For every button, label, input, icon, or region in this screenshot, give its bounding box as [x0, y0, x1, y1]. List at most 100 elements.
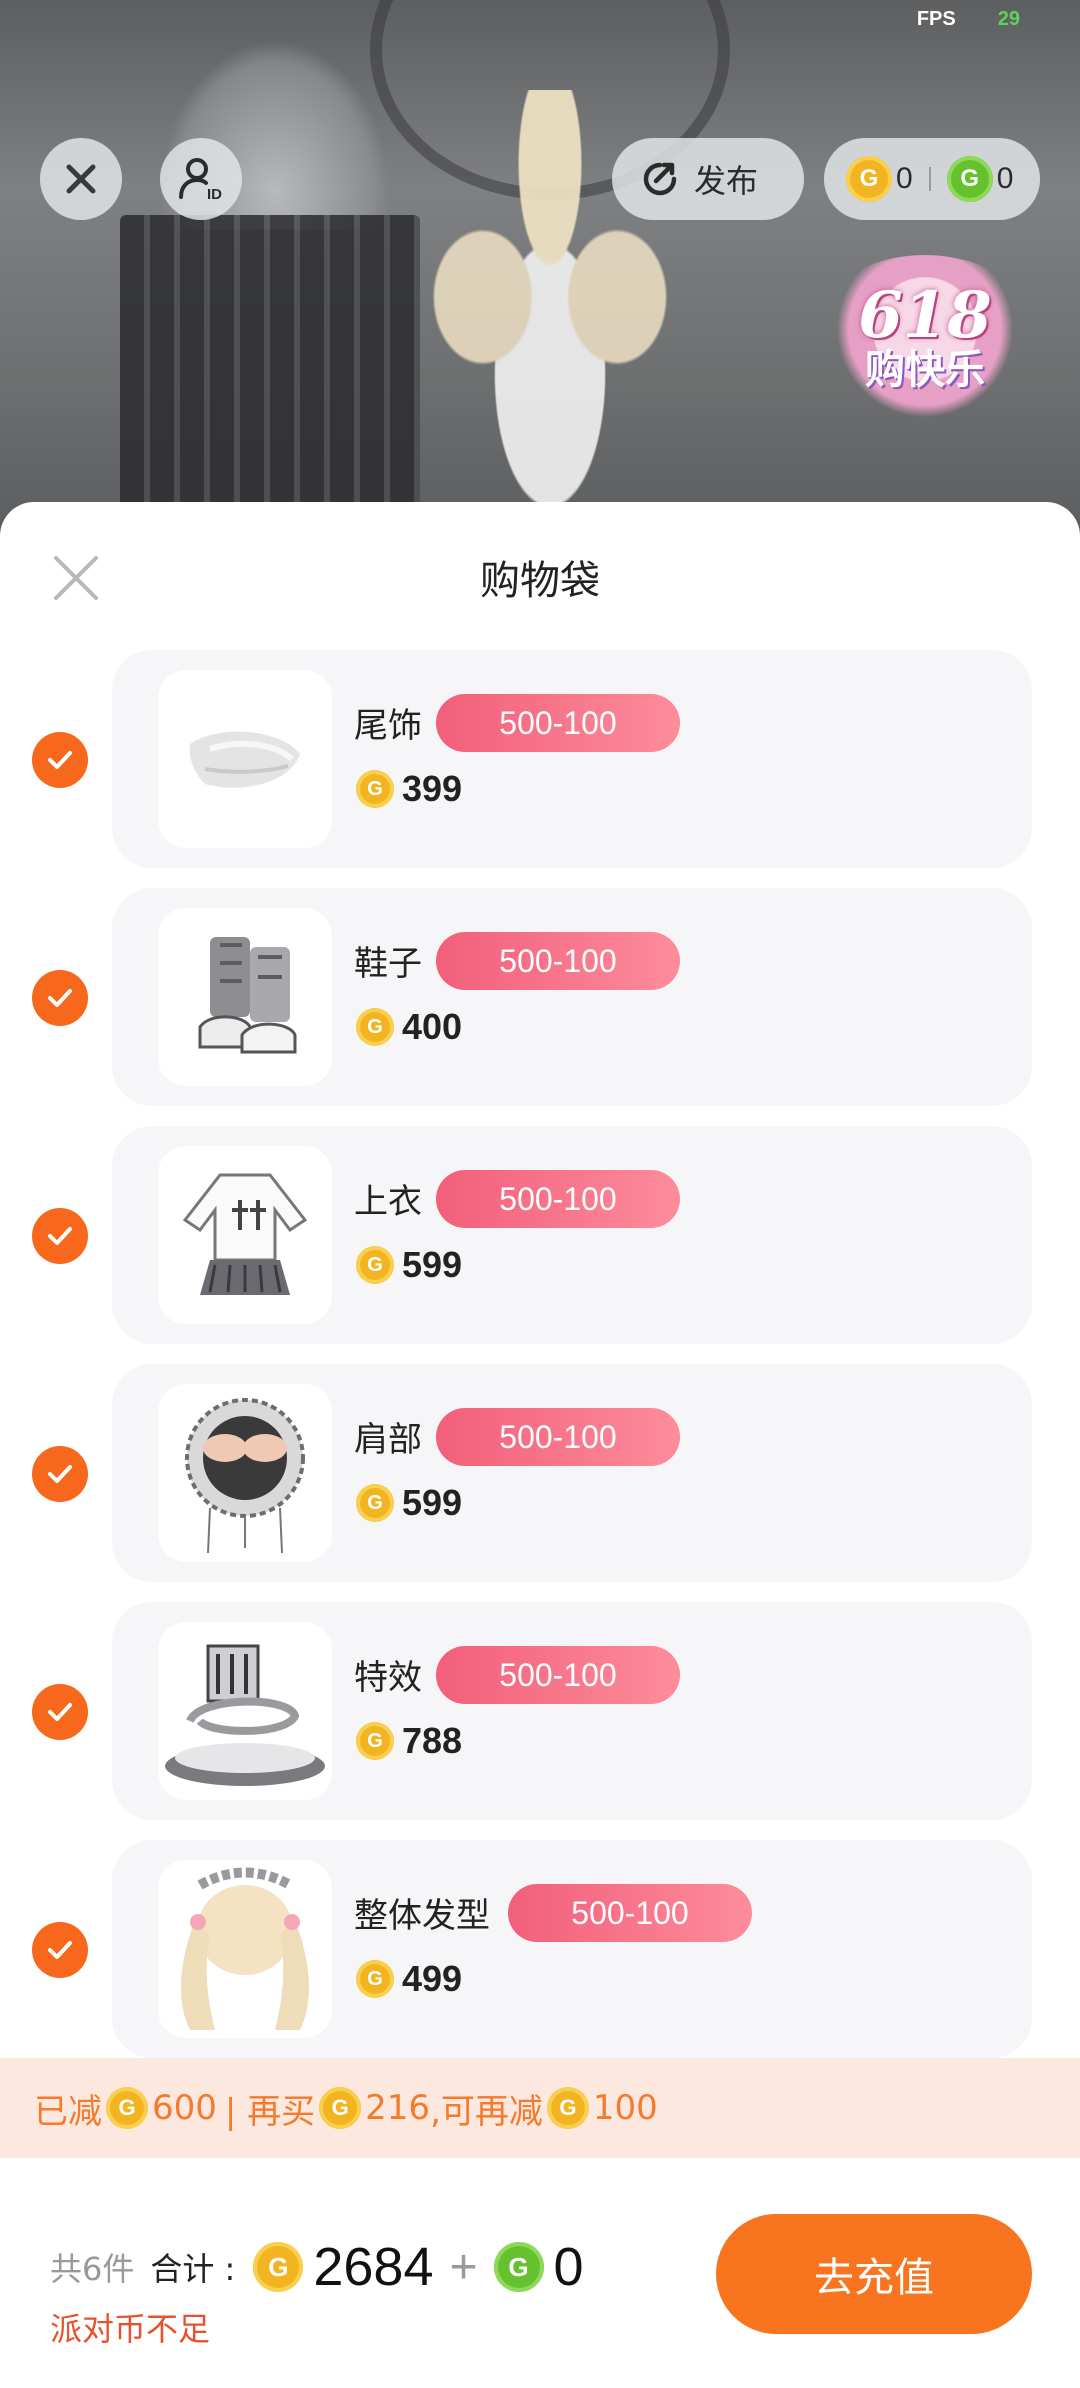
item-thumbnail [158, 1384, 332, 1562]
discount-badge: 500-100 [436, 932, 680, 990]
character-scene: 618 购快乐 FPS 29 ID 发布 G 0 G 0 [0, 0, 1080, 540]
sum-label: 合计 : [150, 2250, 236, 2288]
discount-badge: 500-100 [436, 1646, 680, 1704]
sheet-title: 购物袋 [480, 558, 600, 604]
item-count: 共6件 [50, 2250, 135, 2288]
item-checkbox[interactable] [32, 1922, 88, 1978]
buy-more-label: | 再买 [224, 2091, 316, 2132]
close-scene-button[interactable] [40, 138, 122, 220]
gold-coin-icon: G [356, 1246, 394, 1284]
gold-coin-icon: G [356, 1484, 394, 1522]
publish-button[interactable]: 发布 [612, 138, 804, 220]
cart-item-shoulder[interactable]: 肩部 500-100 G 599 [32, 1364, 1032, 1582]
buy-more-amount: 216 [365, 2088, 431, 2128]
item-name: 特效 [354, 1658, 422, 1698]
item-price: G 400 [356, 1006, 462, 1048]
svg-text:ID: ID [207, 186, 222, 203]
promo-logo-text: 购快乐 [865, 346, 985, 393]
reduce-more-amount: 100 [592, 2088, 658, 2128]
item-name: 尾饰 [354, 706, 422, 746]
check-icon [48, 1227, 72, 1245]
discount-badge: 500-100 [436, 1408, 680, 1466]
item-name: 整体发型 [354, 1896, 490, 1936]
effect-image [165, 1644, 325, 1786]
discount-badge: 500-100 [436, 1170, 680, 1228]
item-checkbox[interactable] [32, 1208, 88, 1264]
balance-divider [928, 167, 931, 191]
fps-value: 29 [997, 8, 1020, 30]
item-checkbox[interactable] [32, 732, 88, 788]
shoulder-image [185, 1398, 305, 1554]
price-value: 400 [402, 1006, 463, 1047]
scene-decor-banner [120, 215, 420, 540]
recharge-button[interactable]: 去充值 [716, 2214, 1032, 2334]
gold-coin-icon: G [546, 2087, 589, 2129]
check-icon [48, 751, 72, 769]
green-coin-icon: G [946, 156, 993, 202]
item-checkbox[interactable] [32, 1684, 88, 1740]
gold-coin-icon: G [356, 770, 394, 808]
plus-sign: + [449, 2240, 478, 2294]
item-thumbnail [158, 1622, 332, 1800]
hairstyle-image [180, 1867, 310, 2030]
gold-coin-icon: G [106, 2087, 148, 2129]
cart-item-effect[interactable]: 特效 500-100 G 788 [32, 1602, 1032, 1820]
user-id-icon: ID [179, 158, 222, 203]
discount-badge: 500-100 [508, 1884, 752, 1942]
gold-coin-icon: G [356, 1722, 394, 1760]
item-price: G 399 [356, 768, 462, 810]
item-name: 肩部 [354, 1420, 422, 1460]
checkout-footer: 共6件 合计 : G 2684 + G 0 派对币不足 去充值 [0, 2158, 1080, 2388]
gold-balance: 0 [896, 162, 913, 195]
reduced-amount: 600 [152, 2088, 217, 2128]
gold-total: 2684 [313, 2237, 434, 2297]
user-id-button[interactable]: ID [160, 138, 242, 220]
item-thumbnail [158, 670, 332, 848]
gold-coin-icon: G [319, 2087, 362, 2129]
gold-coin-icon: G [846, 156, 892, 202]
reduced-label: 已减 [34, 2091, 102, 2132]
gold-coin-icon: G [356, 1008, 394, 1046]
item-checkbox[interactable] [32, 1446, 88, 1502]
check-icon [48, 1941, 72, 1959]
price-value: 399 [402, 768, 463, 809]
item-price: G 788 [356, 1720, 462, 1762]
check-icon [48, 1703, 72, 1721]
close-icon [66, 164, 96, 194]
cart-item-shoes[interactable]: 鞋子 500-100 G 400 [32, 888, 1032, 1106]
discount-badge: 500-100 [436, 694, 680, 752]
reduce-more-label: ,可再减 [430, 2091, 543, 2132]
cart-item-hairstyle[interactable]: 整体发型 500-100 G 499 [32, 1840, 1032, 2058]
total-summary: 共6件 合计 : G 2684 + G 0 [50, 2236, 584, 2298]
item-name: 鞋子 [354, 944, 422, 984]
fps-label: FPS [916, 8, 956, 30]
green-balance: 0 [996, 162, 1014, 195]
fps-counter: FPS 29 [917, 8, 1020, 31]
item-price: G 599 [356, 1244, 462, 1286]
gold-coin-icon: G [253, 2242, 304, 2292]
insufficient-balance-warning: 派对币不足 [50, 2310, 211, 2348]
currency-balance[interactable]: G 0 G 0 [824, 138, 1040, 220]
check-icon [48, 989, 72, 1007]
item-checkbox[interactable] [32, 970, 88, 1026]
promo-logo-number: 618 [858, 277, 992, 353]
discount-progress-strip: 已减 G 600 | 再买 G 216 ,可再减 G 100 [0, 2058, 1080, 2158]
price-value: 599 [402, 1244, 463, 1285]
item-thumbnail [158, 1146, 332, 1324]
green-total: 0 [553, 2237, 584, 2297]
gold-coin-icon: G [356, 1960, 394, 1998]
price-value: 499 [402, 1958, 463, 1999]
top-image [182, 1173, 308, 1295]
item-price: G 599 [356, 1482, 462, 1524]
cart-item-top[interactable]: 上衣 500-100 G 599 [32, 1126, 1032, 1344]
check-icon [48, 1465, 72, 1483]
green-coin-icon: G [493, 2242, 544, 2292]
item-price: G 499 [356, 1958, 462, 2000]
item-thumbnail [158, 908, 332, 1086]
shoes-image [198, 937, 297, 1054]
cart-item-tail[interactable]: 尾饰 500-100 G 399 [32, 650, 1032, 868]
item-name: 上衣 [354, 1182, 422, 1222]
publish-icon [643, 162, 677, 196]
618-promo-logo[interactable]: 618 购快乐 [810, 255, 1040, 420]
tail-image [189, 731, 300, 788]
